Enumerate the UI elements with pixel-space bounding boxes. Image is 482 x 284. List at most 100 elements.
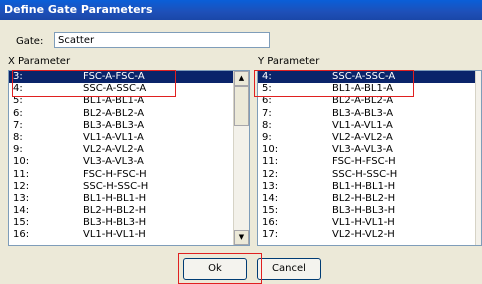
list-item-label: VL3-A-VL3-A bbox=[83, 156, 144, 168]
list-item[interactable]: 6: BL2-A-BL2-A bbox=[258, 95, 481, 107]
list-item-label: VL1-A-VL1-A bbox=[83, 131, 144, 143]
list-item[interactable]: 15: BL3-H-BL3-H bbox=[258, 205, 481, 217]
list-item-label: BL3-A-BL3-A bbox=[332, 107, 394, 119]
list-item-number: 13: bbox=[13, 192, 30, 204]
y-parameter-rows: 4: SSC-A-SSC-A 5: BL1-A-BL1-A 6: BL2-A-BL2-… bbox=[258, 71, 481, 242]
list-item-number: 5: bbox=[262, 83, 272, 95]
list-item-number: 11: bbox=[262, 156, 279, 168]
list-item[interactable]: 4: SSC-A-SSC-A bbox=[258, 71, 481, 84]
list-item-number: 14: bbox=[13, 205, 30, 217]
list-item[interactable]: 13: BL1-H-BL1-H bbox=[258, 181, 481, 193]
list-item-label: VL1-H-VL1-H bbox=[83, 229, 146, 241]
window-title: Define Gate Parameters bbox=[4, 3, 153, 16]
list-item-label: BL3-H-BL3-H bbox=[332, 205, 396, 217]
list-item[interactable]: 13: BL1-H-BL1-H bbox=[9, 193, 249, 205]
list-item-number: 11: bbox=[13, 168, 30, 180]
list-item-number: 13: bbox=[262, 180, 279, 192]
list-item-label: BL2-H-BL2-H bbox=[332, 192, 396, 204]
y-list-scrollbar[interactable] bbox=[475, 71, 481, 245]
list-item-number: 8: bbox=[262, 119, 272, 131]
list-item[interactable]: 3: FSC-A-FSC-A bbox=[9, 71, 249, 84]
list-item[interactable]: 11: FSC-H-FSC-H bbox=[9, 169, 249, 181]
list-item-label: BL1-A-BL1-A bbox=[83, 95, 145, 107]
list-item[interactable]: 10: VL3-A-VL3-A bbox=[9, 156, 249, 168]
list-item[interactable]: 8: VL1-A-VL1-A bbox=[9, 132, 249, 144]
list-item-label: VL3-A-VL3-A bbox=[332, 144, 393, 156]
list-item-label: SSC-A-SSC-A bbox=[332, 71, 396, 82]
list-item-label: BL3-A-BL3-A bbox=[83, 119, 145, 131]
list-item-number: 14: bbox=[262, 192, 279, 204]
list-item[interactable]: 7: BL3-A-BL3-A bbox=[9, 120, 249, 132]
list-item-number: 6: bbox=[262, 95, 272, 107]
list-item[interactable]: 14: BL2-H-BL2-H bbox=[258, 193, 481, 205]
list-item[interactable]: 5: BL1-A-BL1-A bbox=[258, 83, 481, 95]
list-item-number: 10: bbox=[13, 156, 30, 168]
list-item[interactable]: 16: VL1-H-VL1-H bbox=[258, 217, 481, 229]
list-item[interactable]: 7: BL3-A-BL3-A bbox=[258, 108, 481, 120]
list-item-label: BL3-H-BL3-H bbox=[83, 217, 147, 229]
list-item-number: 7: bbox=[262, 107, 272, 119]
x-parameter-list[interactable]: 3: FSC-A-FSC-A 4: SSC-A-SSC-A 5: BL1-A-BL1-… bbox=[8, 70, 250, 246]
gate-label: Gate: bbox=[16, 36, 44, 47]
list-item-label: SSC-H-SSC-H bbox=[332, 168, 398, 180]
list-item-number: 4: bbox=[262, 71, 272, 82]
list-item-label: FSC-H-FSC-H bbox=[83, 168, 147, 180]
list-item-number: 6: bbox=[13, 107, 23, 119]
list-item[interactable]: 12: SSC-H-SSC-H bbox=[258, 169, 481, 181]
list-item-number: 17: bbox=[262, 229, 279, 241]
list-item-number: 7: bbox=[13, 119, 23, 131]
list-item[interactable]: 12: SSC-H-SSC-H bbox=[9, 181, 249, 193]
list-item[interactable]: 8: VL1-A-VL1-A bbox=[258, 120, 481, 132]
list-item[interactable]: 9: VL2-A-VL2-A bbox=[9, 144, 249, 156]
list-item[interactable]: 10: VL3-A-VL3-A bbox=[258, 144, 481, 156]
list-item-number: 16: bbox=[13, 229, 30, 241]
x-parameter-rows: 3: FSC-A-FSC-A 4: SSC-A-SSC-A 5: BL1-A-BL1-… bbox=[9, 71, 249, 242]
list-item-label: BL1-A-BL1-A bbox=[332, 83, 394, 95]
list-item-number: 10: bbox=[262, 144, 279, 156]
list-item[interactable]: 9: VL2-A-VL2-A bbox=[258, 132, 481, 144]
title-bar: Define Gate Parameters bbox=[0, 0, 482, 20]
list-item[interactable]: 5: BL1-A-BL1-A bbox=[9, 95, 249, 107]
list-item[interactable]: 11: FSC-H-FSC-H bbox=[258, 156, 481, 168]
list-item-number: 15: bbox=[13, 217, 30, 229]
list-item-label: VL2-H-VL2-H bbox=[332, 229, 395, 241]
list-item-label: BL1-H-BL1-H bbox=[83, 192, 147, 204]
list-item-number: 3: bbox=[13, 71, 23, 82]
list-item-label: VL1-A-VL1-A bbox=[332, 119, 393, 131]
list-item-number: 4: bbox=[13, 83, 23, 95]
list-item-label: BL1-H-BL1-H bbox=[332, 180, 396, 192]
list-item-number: 8: bbox=[13, 131, 23, 143]
list-item[interactable]: 6: BL2-A-BL2-A bbox=[9, 108, 249, 120]
list-item-label: VL2-A-VL2-A bbox=[83, 144, 144, 156]
list-item-number: 9: bbox=[13, 144, 23, 156]
list-item[interactable]: 15: BL3-H-BL3-H bbox=[9, 217, 249, 229]
list-item-number: 5: bbox=[13, 95, 23, 107]
scroll-up-icon[interactable]: ▲ bbox=[234, 71, 249, 86]
list-item[interactable]: 17: VL2-H-VL2-H bbox=[258, 229, 481, 241]
list-item[interactable]: 14: BL2-H-BL2-H bbox=[9, 205, 249, 217]
list-item-number: 16: bbox=[262, 217, 279, 229]
list-item[interactable]: 4: SSC-A-SSC-A bbox=[9, 83, 249, 95]
y-parameter-list[interactable]: 4: SSC-A-SSC-A 5: BL1-A-BL1-A 6: BL2-A-BL2-… bbox=[257, 70, 482, 246]
list-item[interactable]: 16: VL1-H-VL1-H bbox=[9, 229, 249, 241]
list-item-label: BL2-A-BL2-A bbox=[332, 95, 394, 107]
list-item-label: VL2-A-VL2-A bbox=[332, 131, 393, 143]
list-item-number: 15: bbox=[262, 205, 279, 217]
list-item-number: 9: bbox=[262, 131, 272, 143]
scroll-down-icon[interactable]: ▼ bbox=[234, 230, 249, 245]
gate-name-input[interactable] bbox=[54, 32, 270, 48]
list-item-number: 12: bbox=[13, 180, 30, 192]
list-item-label: FSC-A-FSC-A bbox=[83, 71, 145, 82]
scrollbar-thumb[interactable] bbox=[234, 86, 249, 126]
list-item-label: BL2-A-BL2-A bbox=[83, 107, 145, 119]
list-item-label: SSC-H-SSC-H bbox=[83, 180, 149, 192]
list-item-label: FSC-H-FSC-H bbox=[332, 156, 396, 168]
cancel-button[interactable]: Cancel bbox=[257, 258, 321, 280]
ok-button[interactable]: Ok bbox=[183, 258, 247, 280]
list-item-label: VL1-H-VL1-H bbox=[332, 217, 395, 229]
x-parameter-label: X Parameter bbox=[8, 56, 71, 67]
y-parameter-label: Y Parameter bbox=[258, 56, 320, 67]
list-item-label: SSC-A-SSC-A bbox=[83, 83, 147, 95]
list-item-label: BL2-H-BL2-H bbox=[83, 205, 147, 217]
x-list-scrollbar[interactable]: ▲ ▼ bbox=[233, 71, 249, 245]
